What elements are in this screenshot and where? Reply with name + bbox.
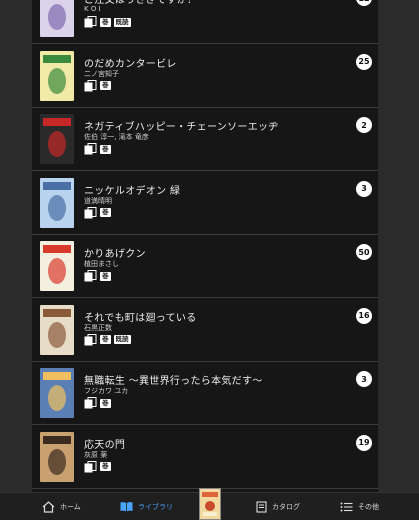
tag-badge: 巻 — [100, 17, 111, 27]
volume-count-badge: 16 — [356, 307, 372, 324]
book-badges: 巻既読 — [84, 333, 131, 346]
library-item[interactable]: のだめカンタービレ 二ノ宮知子巻 25 — [32, 44, 378, 108]
book-badges: 巻 — [84, 397, 111, 409]
volume-count-badge: 19 — [356, 434, 372, 451]
book-title: 無職転生 ～異世界行ったら本気だす～ — [84, 376, 263, 387]
volumes-stack-icon — [84, 16, 97, 28]
volume-count-badge: 2 — [356, 117, 372, 133]
tag-badge: 既読 — [113, 335, 131, 344]
book-badges: 巻 — [84, 143, 111, 155]
tag-badge: 巻 — [100, 81, 111, 90]
tab-home[interactable]: ホーム — [42, 493, 81, 520]
volume-count-badge: 12 — [356, 0, 372, 6]
book-cover-thumbnail[interactable] — [40, 241, 74, 291]
catalog-icon — [256, 500, 267, 513]
current-book-thumbnail[interactable] — [199, 488, 221, 520]
book-open-icon — [120, 502, 133, 512]
tab-library-label: ライブラリ — [138, 502, 173, 511]
book-cover-thumbnail[interactable] — [40, 0, 74, 37]
tab-library[interactable]: ライブラリ — [120, 493, 173, 520]
tag-badge: 巻 — [100, 144, 111, 154]
tag-badge: 巻 — [100, 335, 111, 344]
menu-list-icon — [340, 502, 353, 511]
volumes-stack-icon — [84, 270, 97, 282]
book-badges: 巻 — [84, 206, 111, 219]
book-author: 灰原 薬 — [84, 450, 108, 459]
volumes-stack-icon — [84, 397, 97, 409]
tab-home-label: ホーム — [60, 502, 81, 511]
book-cover-thumbnail[interactable] — [40, 177, 74, 228]
volumes-stack-icon — [84, 79, 97, 91]
tag-badge: 巻 — [100, 398, 111, 408]
book-author: 石黒正数 — [84, 323, 112, 332]
library-item[interactable]: ネガティブハッピー・チェーンソーエッヂ 佐伯 淳一, 滝本 竜彦巻 2 — [32, 107, 378, 171]
volume-count-badge: 50 — [356, 244, 372, 260]
book-cover-thumbnail[interactable] — [40, 114, 74, 164]
home-icon — [42, 500, 55, 513]
library-item[interactable]: それでも町は廻っている 石黒正数巻既読 16 — [32, 298, 378, 362]
library-item[interactable]: ニッケルオデオン 緑道満晴明巻 3 — [32, 171, 378, 235]
library-item[interactable]: かりあげクン 植田まさし巻 50 — [32, 234, 378, 298]
volume-count-badge: 3 — [356, 371, 372, 387]
library-item[interactable]: ご注文はうさぎですか？K O I 巻既読 12 — [32, 0, 378, 44]
book-cover-thumbnail[interactable] — [40, 50, 74, 101]
tag-badge: 巻 — [100, 271, 111, 281]
volume-count-badge: 3 — [356, 180, 372, 197]
book-cover-thumbnail[interactable] — [40, 431, 74, 482]
book-title: ご注文はうさぎですか？ — [84, 0, 198, 6]
volumes-stack-icon — [84, 460, 97, 472]
book-badges: 巻既読 — [84, 16, 131, 28]
book-badges: 巻 — [84, 460, 111, 473]
book-author: K O I — [84, 5, 101, 13]
library-item[interactable]: 無職転生 ～異世界行ったら本気だす～ フジカワ ユカ巻 3 — [32, 361, 378, 425]
book-title: ネガティブハッピー・チェーンソーエッヂ — [84, 122, 279, 133]
book-title: ニッケルオデオン 緑 — [84, 185, 181, 197]
tag-badge: 巻 — [100, 208, 111, 217]
book-author: フジカワ ユカ — [84, 387, 129, 395]
volumes-stack-icon — [84, 333, 97, 345]
book-title: かりあげクン — [84, 249, 146, 260]
library-list: ご注文はうさぎですか？K O I巻既読12のだめカンタービレ二ノ宮知子巻25ネガ… — [32, 0, 378, 493]
library-item[interactable]: 応天の門 灰原 薬巻 19 — [32, 425, 378, 489]
book-author: 二ノ宮知子 — [84, 69, 119, 78]
bottom-tab-bar: ホーム ライブラリ カタログ その他 — [0, 488, 419, 520]
book-badges: 巻 — [84, 79, 111, 92]
book-title: のだめカンタービレ — [84, 58, 177, 70]
book-cover-thumbnail[interactable] — [40, 368, 74, 418]
volumes-stack-icon — [84, 143, 97, 155]
tag-badge: 巻 — [100, 462, 111, 471]
tab-other[interactable]: その他 — [340, 493, 379, 520]
book-author: 佐伯 淳一, 滝本 竜彦 — [84, 133, 149, 141]
book-badges: 巻 — [84, 270, 111, 282]
tag-badge: 既読 — [113, 17, 131, 27]
volume-count-badge: 25 — [356, 53, 372, 70]
volumes-stack-icon — [84, 206, 97, 218]
book-cover-thumbnail[interactable] — [40, 304, 74, 355]
tab-other-label: その他 — [358, 502, 379, 511]
book-author: 道満晴明 — [84, 196, 112, 205]
book-title: それでも町は廻っている — [84, 312, 197, 324]
book-author: 植田まさし — [84, 260, 119, 268]
tab-catalog-label: カタログ — [272, 502, 300, 511]
tab-catalog[interactable]: カタログ — [256, 493, 300, 520]
book-title: 応天の門 — [84, 439, 126, 451]
